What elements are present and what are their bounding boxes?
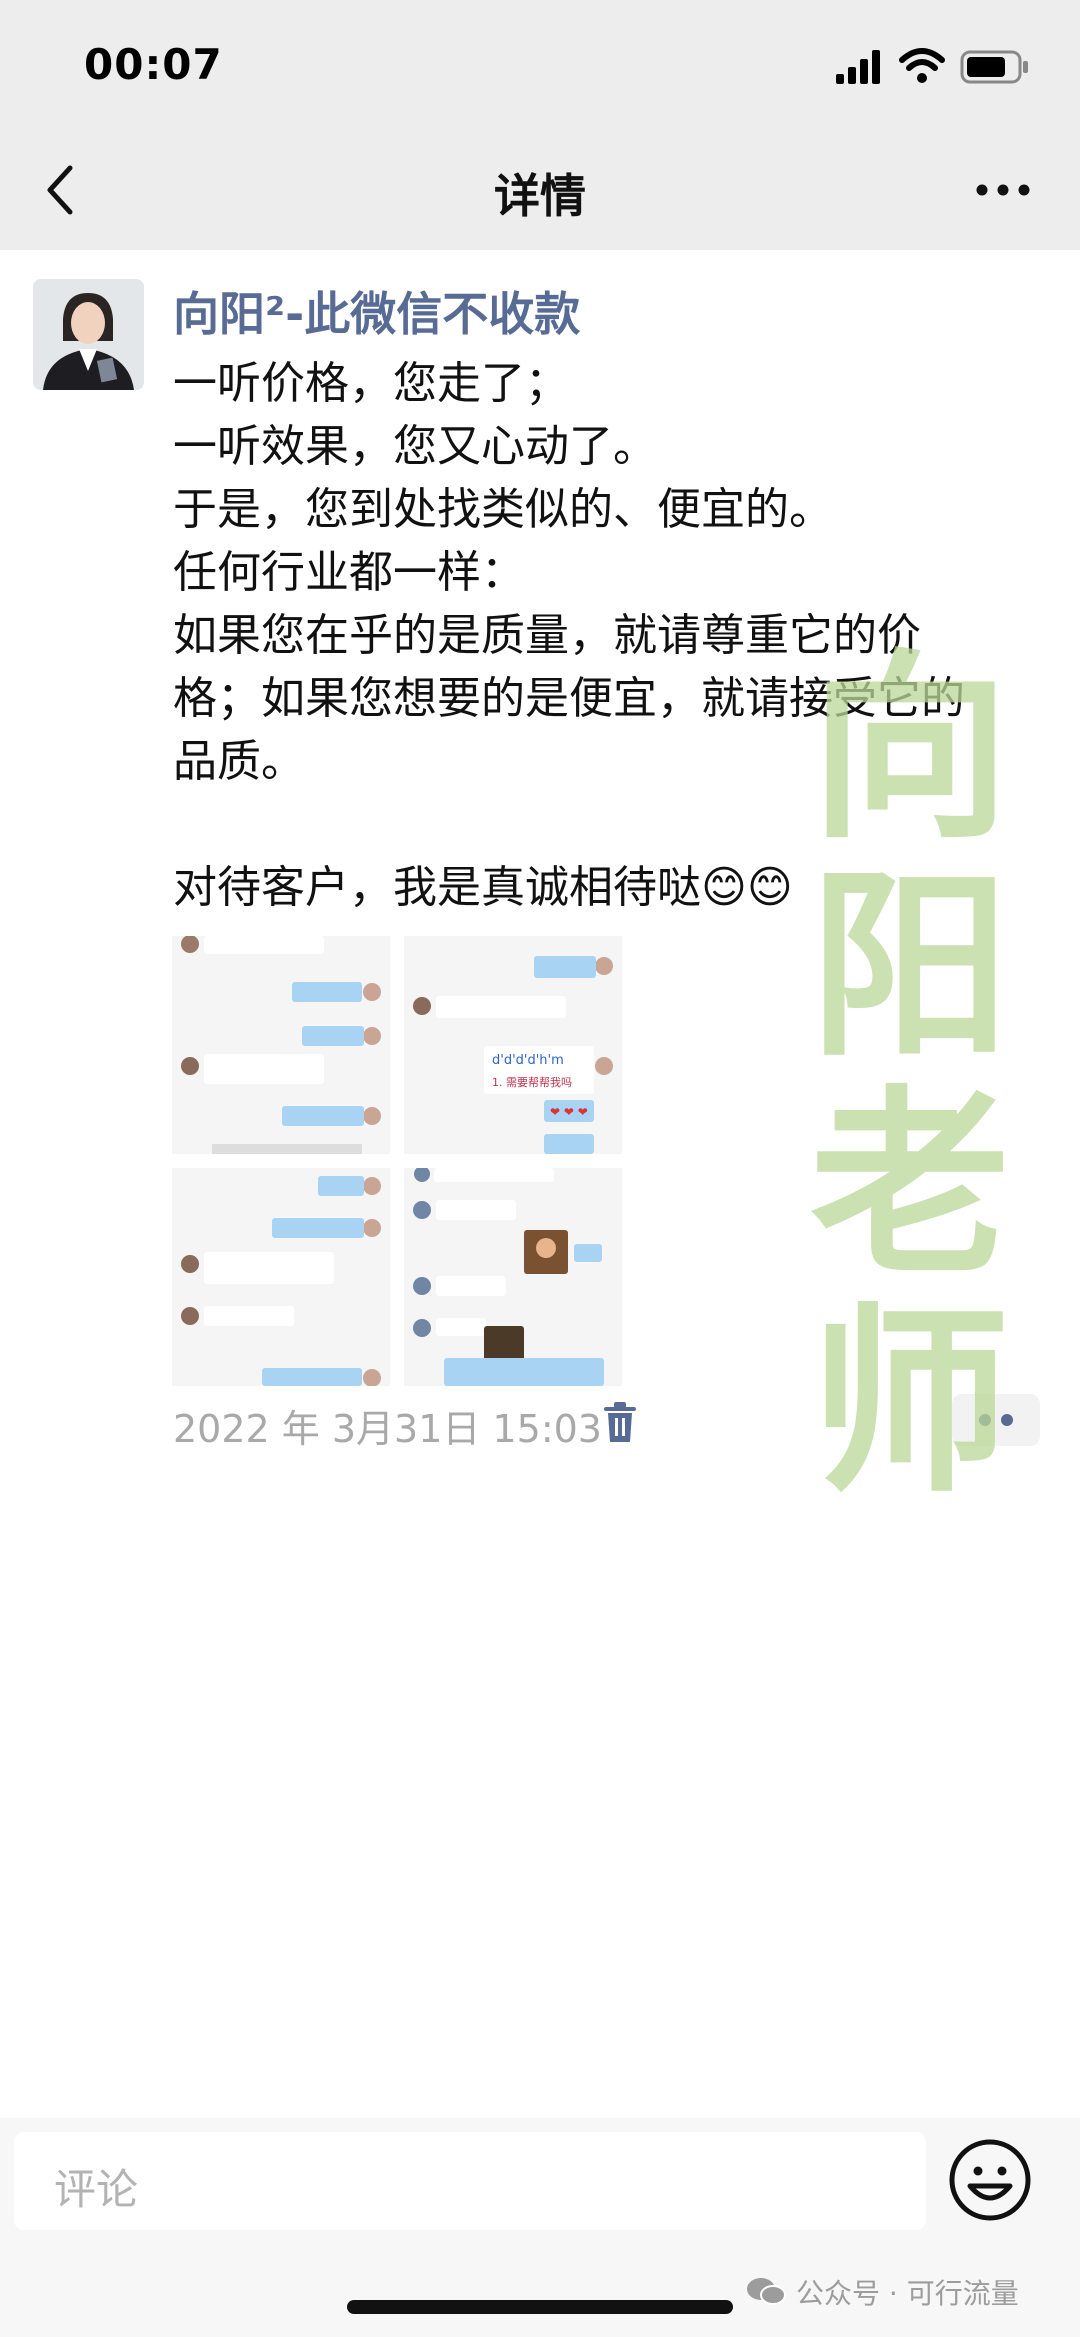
source-credit: 公众号 · 可行流量 [796,2277,1019,2310]
watermark: 向阳老师 [809,631,1010,1520]
chat-screenshot-image[interactable] [172,936,390,1154]
chat-screenshot-image[interactable] [172,1168,390,1386]
chat-screenshot-graphic [404,1168,622,1386]
chat-screenshot-image[interactable] [404,1168,622,1386]
author-name[interactable]: 向阳²-此微信不收款 [173,278,580,344]
chat-screenshot-graphic [172,1168,390,1386]
svg-text:❤ ❤ ❤: ❤ ❤ ❤ [550,1105,588,1119]
delete-icon[interactable] [602,1402,638,1444]
chat-screenshot-image[interactable]: d'd'd'd'h'm 1. 需要帮帮我吗 ❤ ❤ ❤ [404,936,622,1154]
wechat-icon [747,2278,786,2305]
avatar[interactable] [33,279,144,390]
chat-screenshot-graphic [172,936,390,1154]
post-timestamp: 2022 年 3月31日 15:03 [173,1407,602,1451]
chat-screenshot-graphic: d'd'd'd'h'm 1. 需要帮帮我吗 ❤ ❤ ❤ [404,936,622,1154]
cellular-signal-icon [836,50,880,84]
post-line: 任何行业都一样： [173,547,525,598]
comment-input[interactable]: 评论 [14,2132,926,2230]
more-options-icon[interactable] [976,182,1030,198]
post-line: 一听效果，您又心动了。 [173,421,657,472]
comment-placeholder: 评论 [54,2165,139,2214]
wifi-icon [899,48,945,83]
emoji-icon[interactable] [948,2138,1032,2222]
svg-text:1. 需要帮帮我吗: 1. 需要帮帮我吗 [492,1076,572,1089]
avatar-portrait [33,279,144,390]
svg-text:d'd'd'd'h'm: d'd'd'd'h'm [492,1053,564,1068]
post-line: 于是，您到处找类似的、便宜的。 [173,484,833,535]
image-grid: d'd'd'd'h'm 1. 需要帮帮我吗 ❤ ❤ ❤ [172,936,622,1386]
status-time: 00:07 [84,40,223,89]
battery-icon [960,50,1028,84]
page-title: 详情 [494,169,586,223]
home-indicator [347,2300,733,2314]
post-line: 一听价格，您走了； [173,358,569,409]
